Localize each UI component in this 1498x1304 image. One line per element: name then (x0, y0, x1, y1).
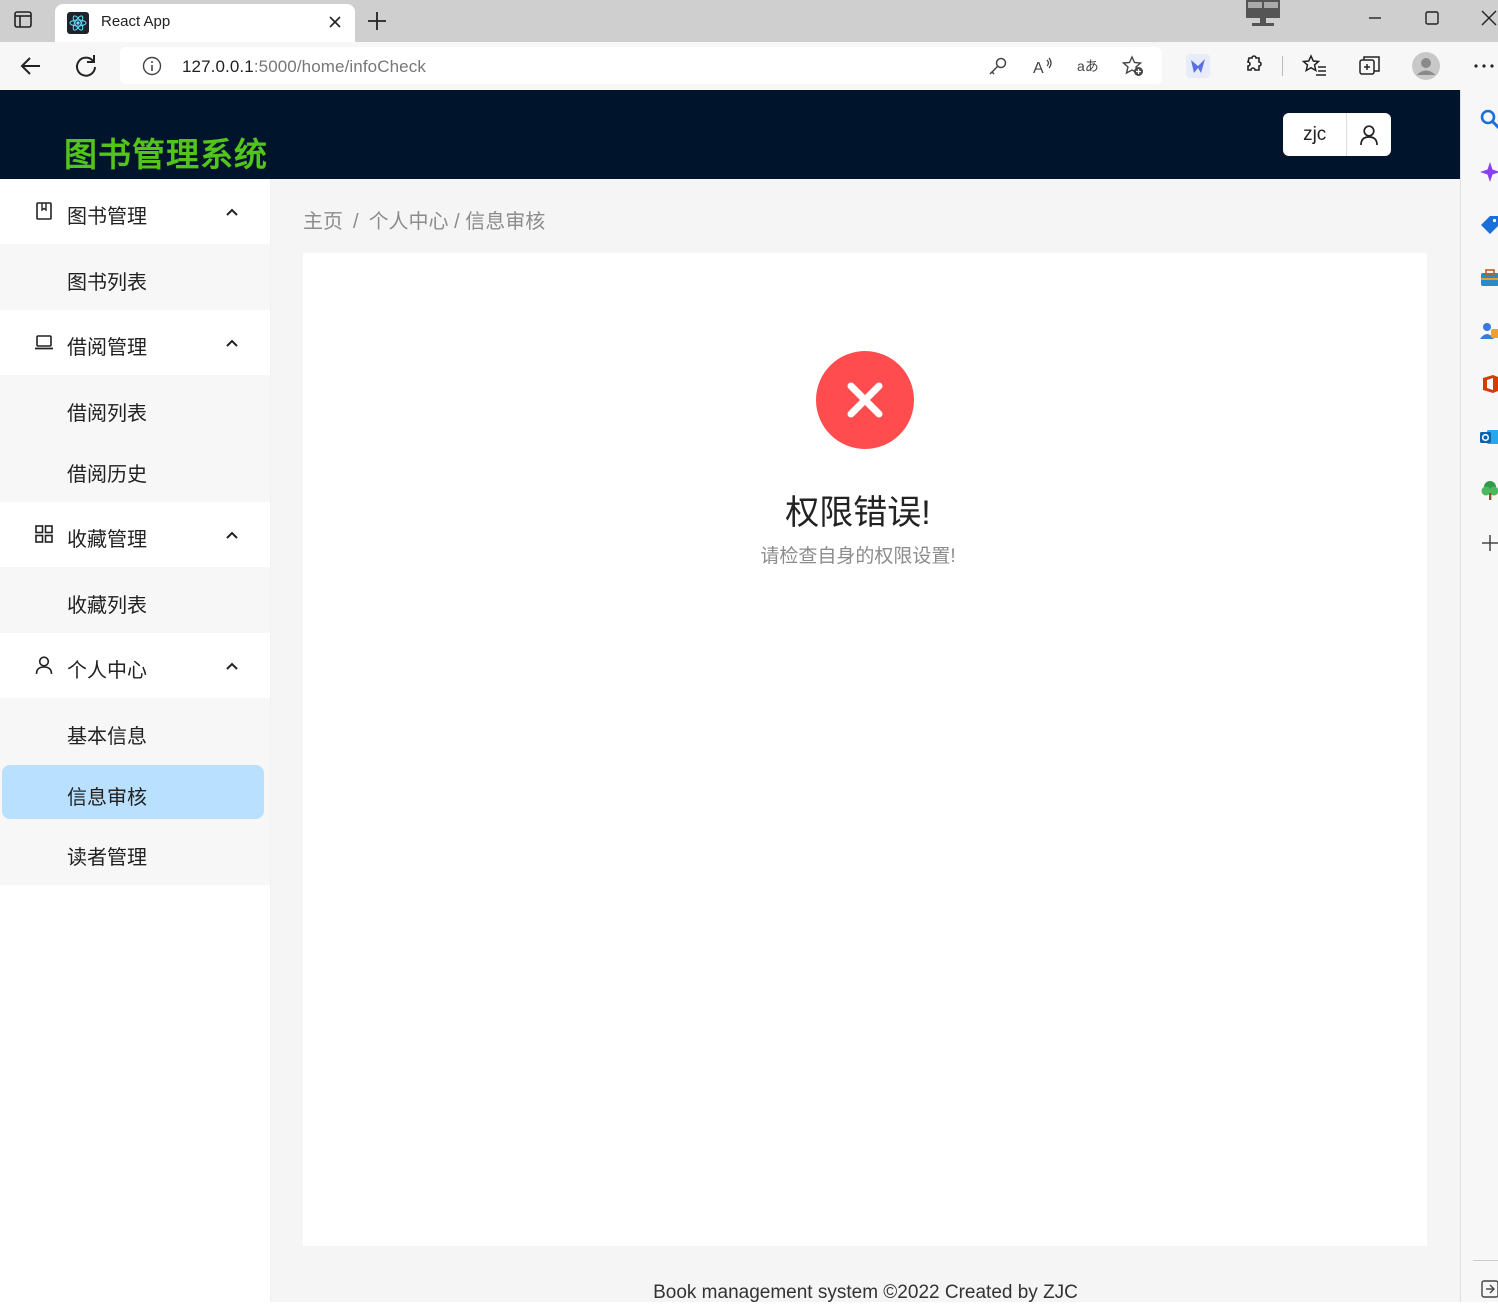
result-title: 权限错误! (303, 485, 1413, 534)
menu-group-label: 图书管理 (67, 200, 147, 229)
user-icon (34, 655, 54, 675)
menu-group-book-management[interactable]: 图书管理 (0, 179, 270, 244)
app-header: 图书管理系统 zjc (0, 90, 1460, 179)
menu-item-basic-info[interactable]: 基本信息 (0, 704, 270, 759)
menu-group-favorites-management[interactable]: 收藏管理 (0, 502, 270, 567)
submenu-personal-center: 基本信息 信息审核 读者管理 (0, 698, 270, 885)
user-menu[interactable]: zjc (1283, 113, 1391, 156)
menu-item-label: 借阅历史 (67, 458, 147, 487)
tree-drop-icon[interactable] (1479, 479, 1498, 501)
breadcrumb-separator: / (353, 211, 359, 233)
url-path: :5000/home/infoCheck (254, 57, 426, 76)
menu-item-label: 读者管理 (67, 841, 147, 870)
close-window-icon[interactable] (1476, 8, 1498, 28)
menu-item-borrow-history[interactable]: 借阅历史 (0, 442, 270, 497)
chevron-up-icon (224, 335, 240, 351)
menu-item-favorites-list[interactable]: 收藏列表 (0, 573, 270, 628)
book-icon (34, 201, 54, 221)
menu-item-book-list[interactable]: 图书列表 (0, 250, 270, 305)
shopping-tag-icon[interactable] (1479, 214, 1498, 236)
close-tab-icon[interactable] (325, 12, 345, 32)
collections-icon[interactable] (1357, 53, 1383, 79)
breadcrumb-home[interactable]: 主页 (303, 211, 343, 233)
favorites-icon[interactable] (1302, 53, 1328, 79)
edge-sidebar (1460, 90, 1498, 1302)
page-footer: Book management system ©2022 Created by … (271, 1282, 1460, 1304)
menu-group-label: 个人中心 (67, 654, 147, 683)
key-icon[interactable] (987, 55, 1009, 77)
extensions-icon[interactable] (1240, 53, 1266, 79)
submenu-favorites-management: 收藏列表 (0, 567, 270, 633)
menu-group-label: 收藏管理 (67, 523, 147, 552)
maximize-window-icon[interactable] (1419, 8, 1445, 28)
minimize-window-icon[interactable] (1362, 8, 1388, 28)
chevron-up-icon (224, 527, 240, 543)
refresh-icon[interactable] (73, 53, 99, 79)
more-menu-icon[interactable] (1471, 53, 1497, 79)
add-favorite-icon[interactable] (1122, 55, 1144, 77)
menu-group-label: 借阅管理 (67, 331, 147, 360)
app-logo: 图书管理系统 (64, 128, 268, 176)
browser-tabstrip: React App (0, 0, 1498, 42)
new-tab-icon[interactable] (366, 10, 388, 32)
svg-text:A: A (1033, 60, 1044, 77)
chevron-up-icon (224, 204, 240, 220)
result-card: 权限错误! 请检查自身的权限设置! (303, 253, 1427, 1246)
sidebar-menu: 图书管理 图书列表 借阅管理 借阅列表 借阅历史 (0, 179, 271, 1302)
tools-briefcase-icon[interactable] (1479, 267, 1498, 289)
breadcrumb: 主页 / 个人中心 / 信息审核 (303, 205, 545, 234)
menu-item-info-check[interactable]: 信息审核 (0, 765, 270, 820)
browser-toolbar: 127.0.0.1:5000/home/infoCheck A aあ (0, 42, 1498, 91)
profile-avatar-icon[interactable] (1411, 51, 1441, 81)
user-button[interactable] (1347, 113, 1391, 156)
menu-item-reader-management[interactable]: 读者管理 (0, 825, 270, 880)
menu-item-borrow-list[interactable]: 借阅列表 (0, 381, 270, 436)
result-subtitle: 请检查自身的权限设置! (303, 541, 1413, 568)
menu-item-label: 图书列表 (67, 266, 147, 295)
capture-indicator-icon (1244, 0, 1282, 26)
laptop-icon (34, 332, 54, 352)
url-text: 127.0.0.1:5000/home/infoCheck (182, 57, 426, 77)
copilot-sparkle-icon[interactable] (1479, 161, 1498, 183)
tab-actions-icon[interactable] (14, 11, 32, 28)
read-aloud-icon[interactable]: A (1032, 55, 1054, 77)
svg-text:aあ: aあ (1077, 58, 1099, 74)
url-host: 127.0.0.1 (182, 57, 254, 76)
tab-title: React App (101, 13, 170, 30)
hide-sidebar-icon[interactable] (1479, 1278, 1498, 1300)
react-favicon-icon (67, 12, 89, 34)
menu-item-label: 基本信息 (67, 720, 147, 749)
site-info-icon[interactable] (142, 56, 162, 76)
games-icon[interactable] (1479, 320, 1498, 342)
menu-group-personal-center[interactable]: 个人中心 (0, 633, 270, 698)
menu-group-borrow-management[interactable]: 借阅管理 (0, 310, 270, 375)
menu-item-label: 借阅列表 (67, 397, 147, 426)
copilot-extension-icon[interactable] (1185, 53, 1211, 79)
breadcrumb-current: 个人中心 / 信息审核 (369, 211, 546, 233)
translate-icon[interactable]: aあ (1077, 55, 1099, 77)
edge-sidebar-divider (1473, 1260, 1498, 1261)
menu-item-label: 收藏列表 (67, 589, 147, 618)
back-icon[interactable] (18, 53, 44, 79)
username-label[interactable]: zjc (1283, 113, 1347, 156)
outlook-icon[interactable] (1479, 426, 1498, 448)
search-icon[interactable] (1479, 108, 1498, 130)
appstore-icon (34, 524, 54, 544)
chevron-up-icon (224, 658, 240, 674)
content-area: 主页 / 个人中心 / 信息审核 权限错误! 请检查自身的权限设置! Book ma… (271, 179, 1460, 1302)
office-icon[interactable] (1479, 373, 1498, 395)
submenu-book-management: 图书列表 (0, 244, 270, 310)
user-icon (1358, 124, 1380, 146)
add-sidebar-app-icon[interactable] (1479, 532, 1498, 554)
toolbar-divider (1282, 56, 1283, 76)
menu-item-label: 信息审核 (67, 781, 147, 810)
submenu-borrow-management: 借阅列表 借阅历史 (0, 375, 270, 502)
address-bar[interactable]: 127.0.0.1:5000/home/infoCheck A aあ (120, 47, 1162, 84)
error-close-circle-icon (816, 351, 914, 449)
browser-tab[interactable]: React App (55, 4, 355, 42)
